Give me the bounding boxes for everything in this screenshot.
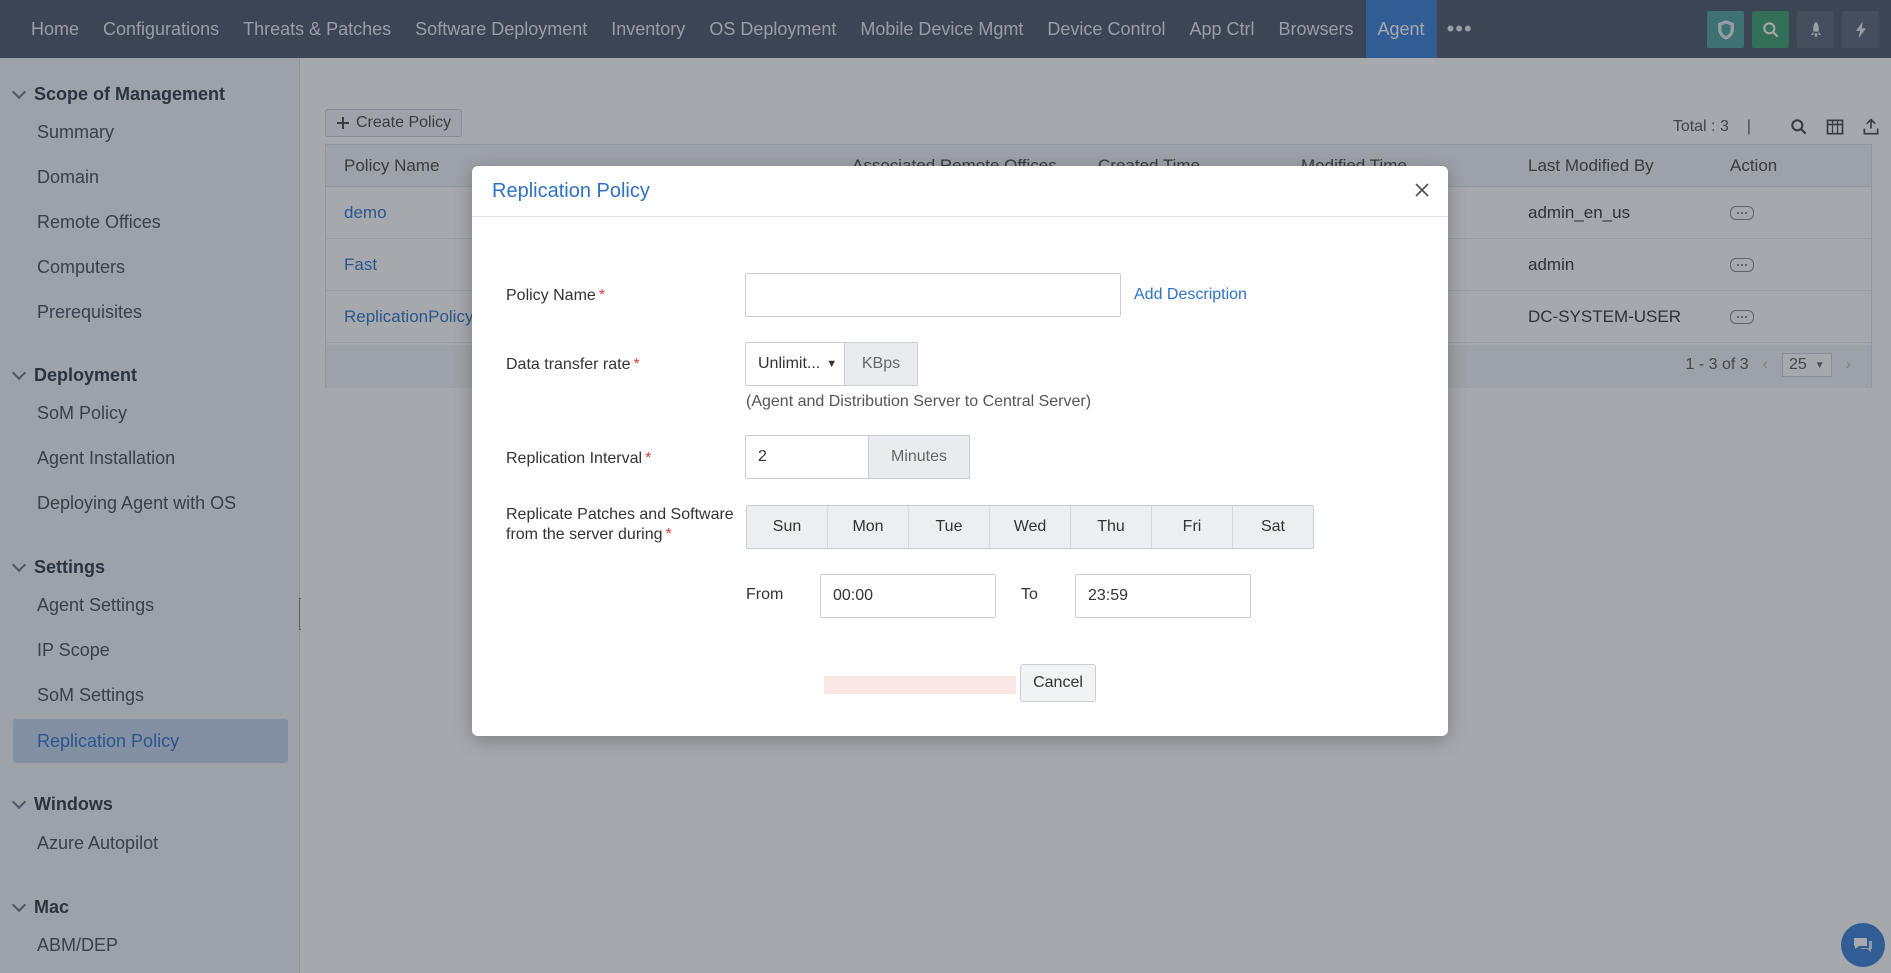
day-selector: Sun Mon Tue Wed Thu Fri Sat — [746, 505, 1314, 549]
replication-interval-unit: Minutes — [868, 435, 970, 479]
label-line-2: from the server during — [506, 526, 663, 543]
required-mark: * — [645, 450, 652, 467]
caret-down-icon: ▼ — [826, 358, 838, 370]
transfer-rate-value: Unlimit... — [758, 355, 821, 372]
replication-interval-input[interactable]: 2 — [745, 435, 869, 479]
label-text: Replication Interval — [506, 450, 643, 467]
policy-name-label: Policy Name * — [506, 286, 605, 306]
day-mon[interactable]: Mon — [828, 506, 909, 548]
required-mark: * — [633, 356, 640, 373]
day-tue[interactable]: Tue — [909, 506, 990, 548]
required-mark: * — [665, 526, 672, 543]
transfer-rate-hint: (Agent and Distribution Server to Centra… — [746, 393, 1092, 410]
transfer-rate-unit: KBps — [844, 342, 918, 386]
replication-policy-dialog: Replication Policy Policy Name * Add Desc… — [472, 166, 1448, 736]
to-label: To — [1021, 586, 1038, 603]
to-time-input[interactable]: 23:59 — [1075, 574, 1251, 618]
replication-interval-label: Replication Interval * — [506, 449, 651, 469]
close-icon[interactable] — [1412, 180, 1432, 200]
label-text: Data transfer rate — [506, 356, 631, 373]
day-wed[interactable]: Wed — [990, 506, 1071, 548]
transfer-rate-select[interactable]: Unlimit... ▼ — [745, 342, 845, 386]
day-thu[interactable]: Thu — [1071, 506, 1152, 548]
dialog-title: Replication Policy — [492, 179, 650, 202]
label-line-1: Replicate Patches and Software — [506, 506, 734, 523]
cancel-button[interactable]: Cancel — [1020, 664, 1096, 702]
save-button[interactable] — [824, 676, 1016, 694]
transfer-rate-label: Data transfer rate * — [506, 355, 640, 375]
dialog-header: Replication Policy — [472, 166, 1448, 217]
from-time-input[interactable]: 00:00 — [820, 574, 996, 618]
add-description-link[interactable]: Add Description — [1134, 286, 1247, 304]
from-label: From — [746, 586, 784, 603]
replicate-schedule-label: Replicate Patches and Software from the … — [506, 505, 734, 545]
day-fri[interactable]: Fri — [1152, 506, 1233, 548]
day-sat[interactable]: Sat — [1233, 506, 1313, 548]
day-sun[interactable]: Sun — [747, 506, 828, 548]
policy-name-input[interactable] — [745, 273, 1121, 317]
label-text: Policy Name — [506, 287, 596, 304]
required-mark: * — [598, 287, 606, 304]
